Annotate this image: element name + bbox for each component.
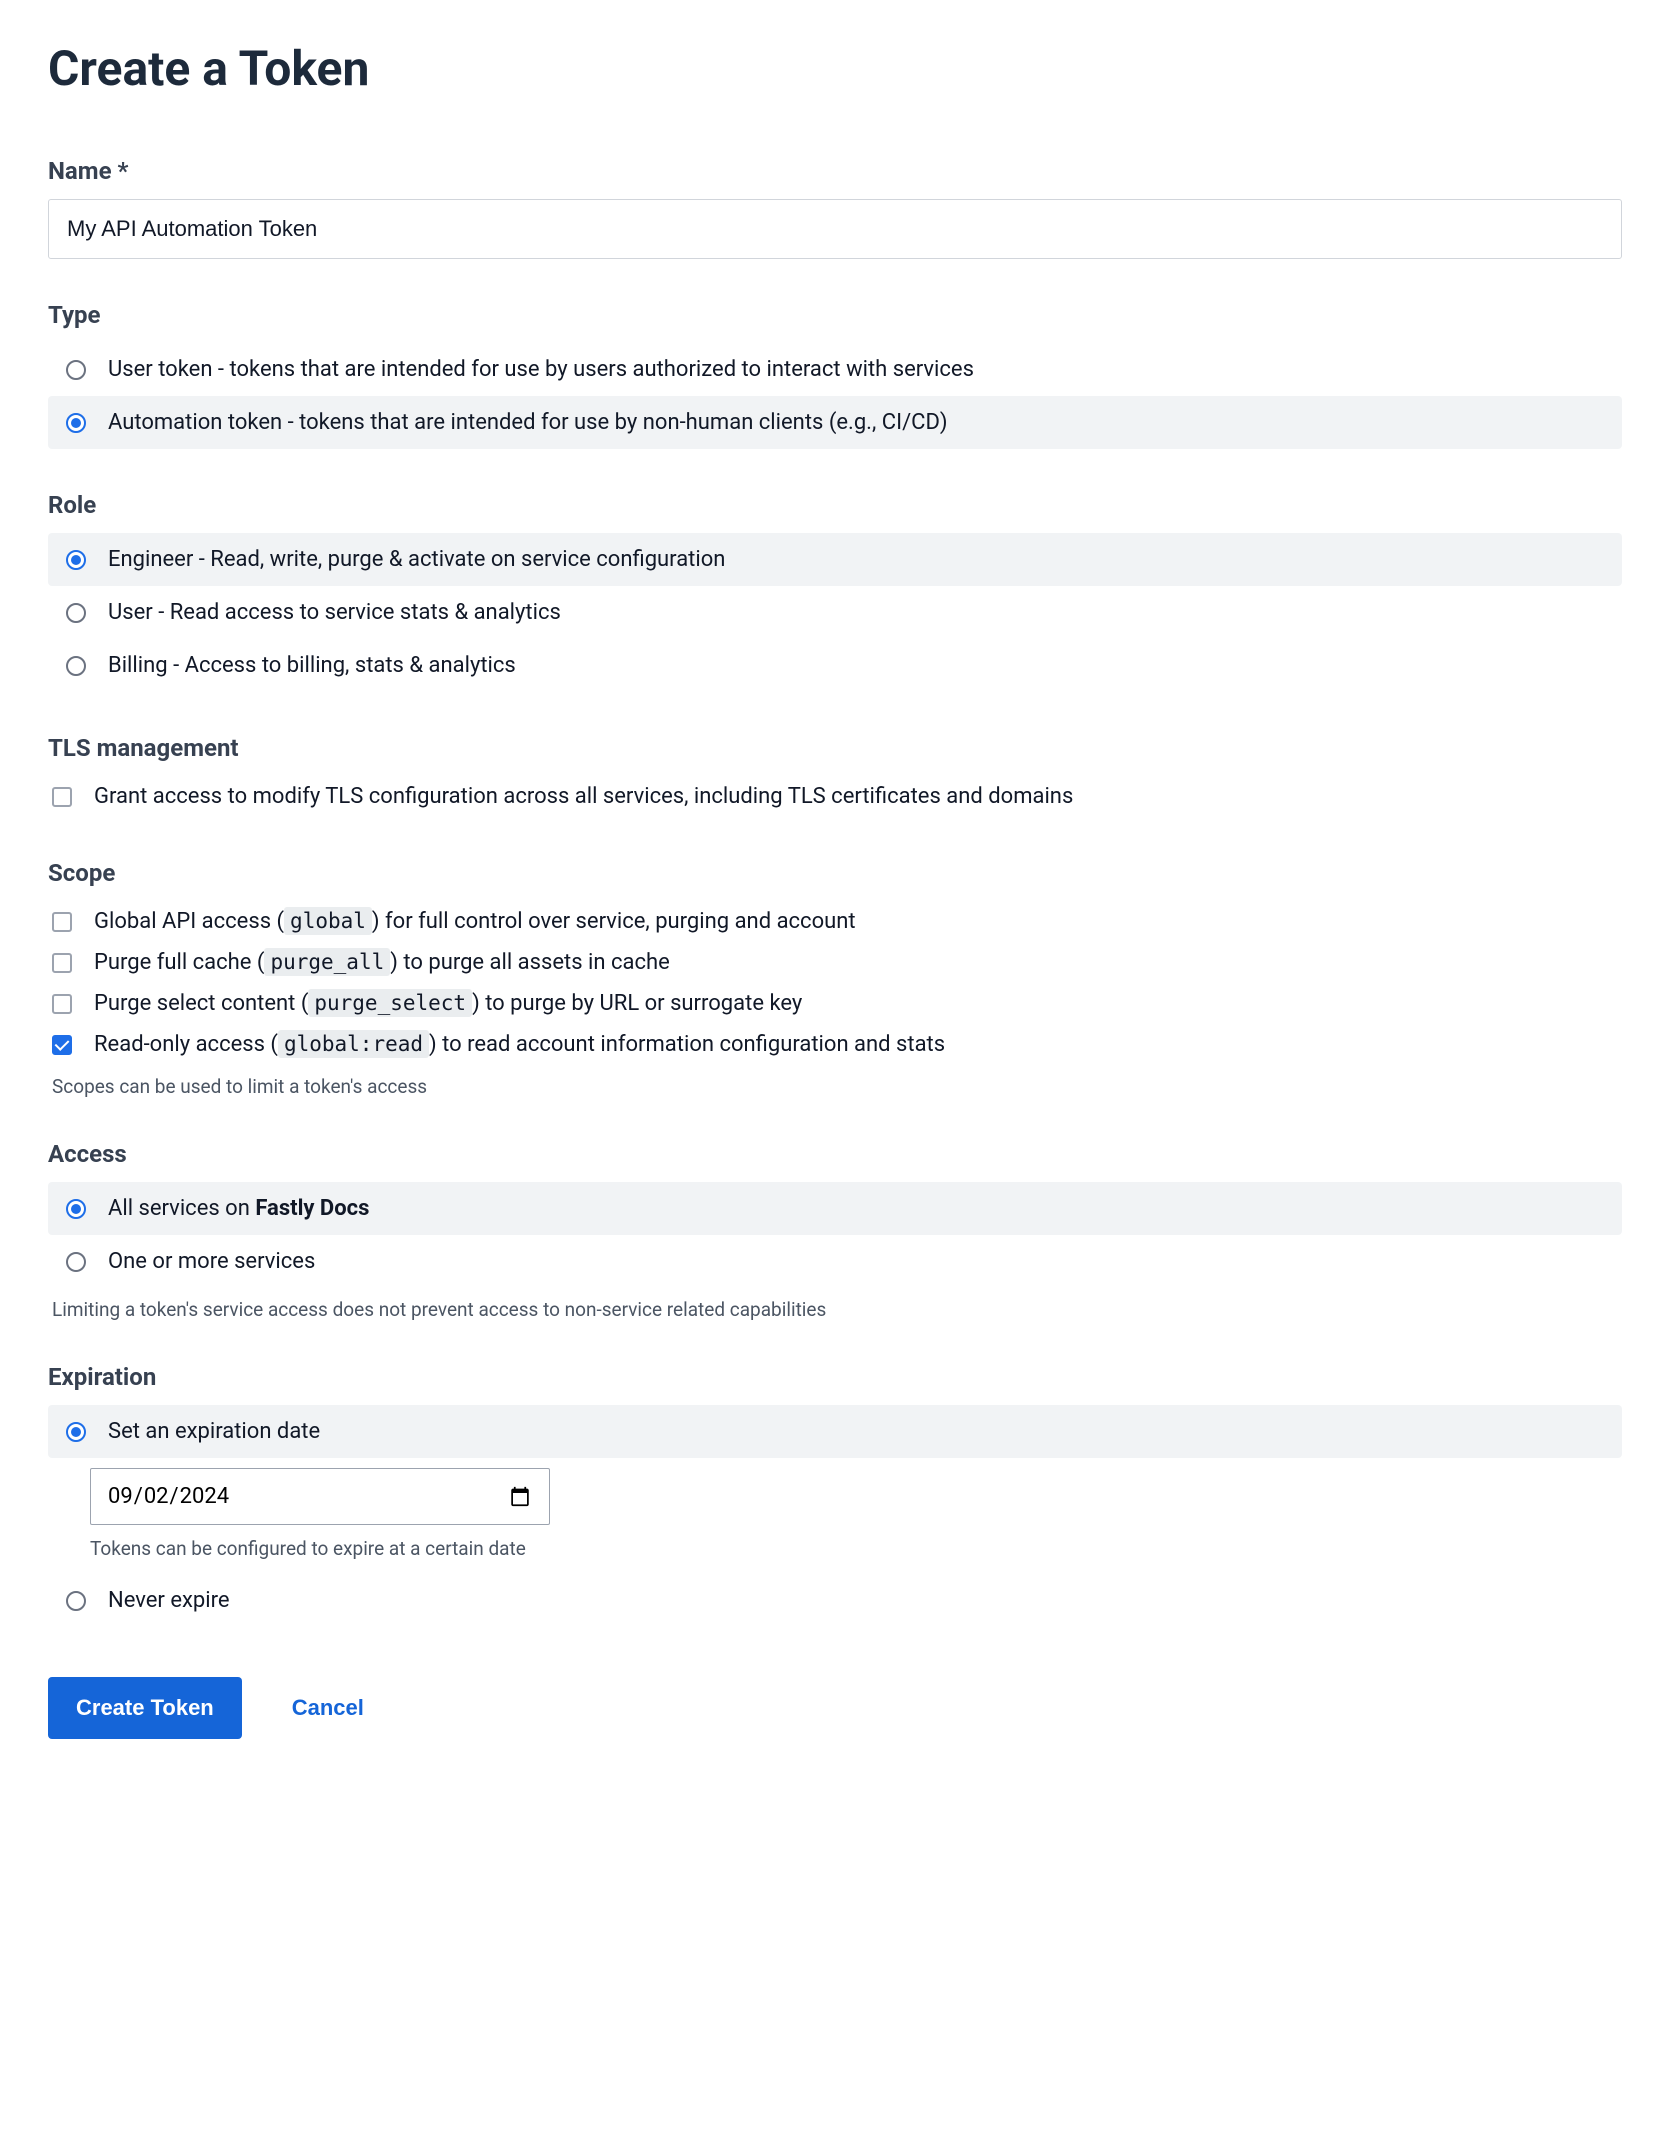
role-label: Role <box>48 491 1622 519</box>
type-option-user[interactable]: User token - tokens that are intended fo… <box>48 343 1622 396</box>
scope-label: Scope <box>48 859 1622 887</box>
scope-code-purge-select: purge_select <box>308 989 472 1017</box>
name-label: Name * <box>48 157 1622 185</box>
page-title: Create a Token <box>48 40 1622 97</box>
scope-option-purge-all[interactable]: Purge full cache (purge_all) to purge al… <box>48 942 1622 983</box>
scope-code-global: global <box>284 907 372 935</box>
role-option-engineer-label: Engineer - Read, write, purge & activate… <box>108 547 1604 572</box>
role-option-user-label: User - Read access to service stats & an… <box>108 600 1604 625</box>
role-radio-engineer[interactable] <box>66 550 86 570</box>
access-option-all-label: All services on Fastly Docs <box>108 1196 1604 1221</box>
scope-option-global-label: Global API access (global) for full cont… <box>94 909 1618 934</box>
expiration-radio-set[interactable] <box>66 1422 86 1442</box>
tls-checkbox[interactable] <box>52 787 72 807</box>
tls-label: TLS management <box>48 734 1622 762</box>
access-helper: Limiting a token's service access does n… <box>48 1298 1622 1321</box>
access-field-group: Access All services on Fastly Docs One o… <box>48 1140 1622 1321</box>
type-option-user-label: User token - tokens that are intended fo… <box>108 357 1604 382</box>
role-option-billing-label: Billing - Access to billing, stats & ana… <box>108 653 1604 678</box>
expiration-radio-never[interactable] <box>66 1591 86 1611</box>
role-field-group: Role Engineer - Read, write, purge & act… <box>48 491 1622 692</box>
scope-option-purge-select[interactable]: Purge select content (purge_select) to p… <box>48 983 1622 1024</box>
expiration-option-never[interactable]: Never expire <box>48 1574 1622 1627</box>
scope-option-global-read-label: Read-only access (global:read) to read a… <box>94 1032 1618 1057</box>
expiration-date-input[interactable] <box>90 1468 550 1525</box>
create-token-button[interactable]: Create Token <box>48 1677 242 1739</box>
type-radio-automation[interactable] <box>66 413 86 433</box>
access-option-all[interactable]: All services on Fastly Docs <box>48 1182 1622 1235</box>
name-field-group: Name * <box>48 157 1622 259</box>
type-label: Type <box>48 301 1622 329</box>
tls-field-group: TLS management Grant access to modify TL… <box>48 734 1622 817</box>
scope-helper: Scopes can be used to limit a token's ac… <box>48 1075 1622 1098</box>
type-field-group: Type User token - tokens that are intend… <box>48 301 1622 449</box>
expiration-option-set[interactable]: Set an expiration date <box>48 1405 1622 1458</box>
scope-option-purge-select-label: Purge select content (purge_select) to p… <box>94 991 1618 1016</box>
scope-checkbox-purge-select[interactable] <box>52 994 72 1014</box>
tls-option[interactable]: Grant access to modify TLS configuration… <box>48 776 1622 817</box>
tls-option-label: Grant access to modify TLS configuration… <box>94 784 1618 809</box>
scope-checkbox-global[interactable] <box>52 912 72 932</box>
expiration-option-never-label: Never expire <box>108 1588 1604 1613</box>
role-radio-user[interactable] <box>66 603 86 623</box>
scope-field-group: Scope Global API access (global) for ful… <box>48 859 1622 1098</box>
type-option-automation-label: Automation token - tokens that are inten… <box>108 410 1604 435</box>
button-row: Create Token Cancel <box>48 1677 1622 1739</box>
access-label: Access <box>48 1140 1622 1168</box>
cancel-button[interactable]: Cancel <box>292 1695 364 1721</box>
role-radio-billing[interactable] <box>66 656 86 676</box>
scope-checkbox-purge-all[interactable] <box>52 953 72 973</box>
role-option-user[interactable]: User - Read access to service stats & an… <box>48 586 1622 639</box>
scope-code-global-read: global:read <box>278 1030 429 1058</box>
name-input[interactable] <box>48 199 1622 259</box>
scope-option-global-read[interactable]: Read-only access (global:read) to read a… <box>48 1024 1622 1065</box>
expiration-label: Expiration <box>48 1363 1622 1391</box>
access-radio-some[interactable] <box>66 1252 86 1272</box>
scope-checkbox-global-read[interactable] <box>52 1035 72 1055</box>
scope-code-purge-all: purge_all <box>264 948 390 976</box>
role-option-billing[interactable]: Billing - Access to billing, stats & ana… <box>48 639 1622 692</box>
scope-option-purge-all-label: Purge full cache (purge_all) to purge al… <box>94 950 1618 975</box>
expiration-field-group: Expiration Set an expiration date Tokens… <box>48 1363 1622 1627</box>
access-radio-all[interactable] <box>66 1199 86 1219</box>
type-option-automation[interactable]: Automation token - tokens that are inten… <box>48 396 1622 449</box>
type-radio-user[interactable] <box>66 360 86 380</box>
role-option-engineer[interactable]: Engineer - Read, write, purge & activate… <box>48 533 1622 586</box>
expiration-option-set-label: Set an expiration date <box>108 1419 1604 1444</box>
access-option-some[interactable]: One or more services <box>48 1235 1622 1288</box>
access-option-some-label: One or more services <box>108 1249 1604 1274</box>
expiration-date-helper: Tokens can be configured to expire at a … <box>90 1537 1622 1560</box>
scope-option-global[interactable]: Global API access (global) for full cont… <box>48 901 1622 942</box>
